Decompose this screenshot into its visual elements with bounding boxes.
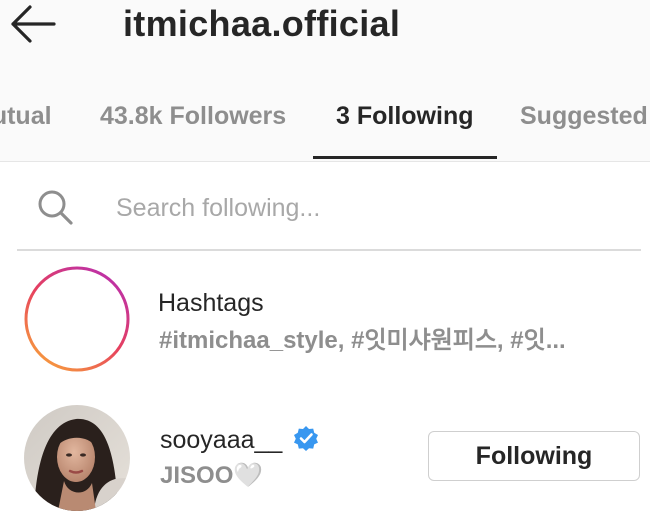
search-input[interactable] — [112, 188, 620, 228]
tab-mutual[interactable]: Mutual — [0, 98, 52, 138]
back-button[interactable] — [8, 2, 58, 46]
profile-photo — [24, 405, 130, 511]
search-underline — [17, 249, 641, 251]
tab-suggested[interactable]: Suggested — [520, 98, 648, 138]
hashtags-list: #itmichaa_style, #잇미샤원피스, #잇... — [159, 327, 566, 354]
search-icon — [38, 190, 73, 225]
page-title: itmichaa.official — [123, 3, 401, 44]
tab-bar: Mutual 43.8k Followers 3 Following Sugge… — [0, 88, 650, 162]
verified-badge-icon — [293, 426, 318, 451]
username: sooyaaa__ — [160, 426, 283, 454]
hashtag-icon — [24, 266, 130, 372]
avatar[interactable] — [24, 405, 130, 511]
tab-following[interactable]: 3 Following — [336, 98, 474, 138]
following-screen: itmichaa.official Mutual 43.8k Followers… — [0, 0, 650, 520]
display-name: JISOO🤍 — [160, 462, 264, 489]
active-tab-indicator — [313, 156, 497, 159]
header-divider — [0, 161, 650, 162]
username-line: sooyaaa__ — [160, 425, 319, 457]
hashtags-title: Hashtags — [158, 289, 264, 317]
tab-followers[interactable]: 43.8k Followers — [100, 98, 286, 138]
following-button[interactable]: Following — [428, 431, 640, 481]
header-bar: itmichaa.official Mutual 43.8k Followers… — [0, 0, 650, 162]
hashtags-row[interactable]: Hashtags #itmichaa_style, #잇미샤원피스, #잇... — [0, 262, 650, 380]
arrow-left-icon — [11, 5, 56, 43]
user-row[interactable]: sooyaaa__ JISOO🤍 Following — [0, 395, 650, 520]
